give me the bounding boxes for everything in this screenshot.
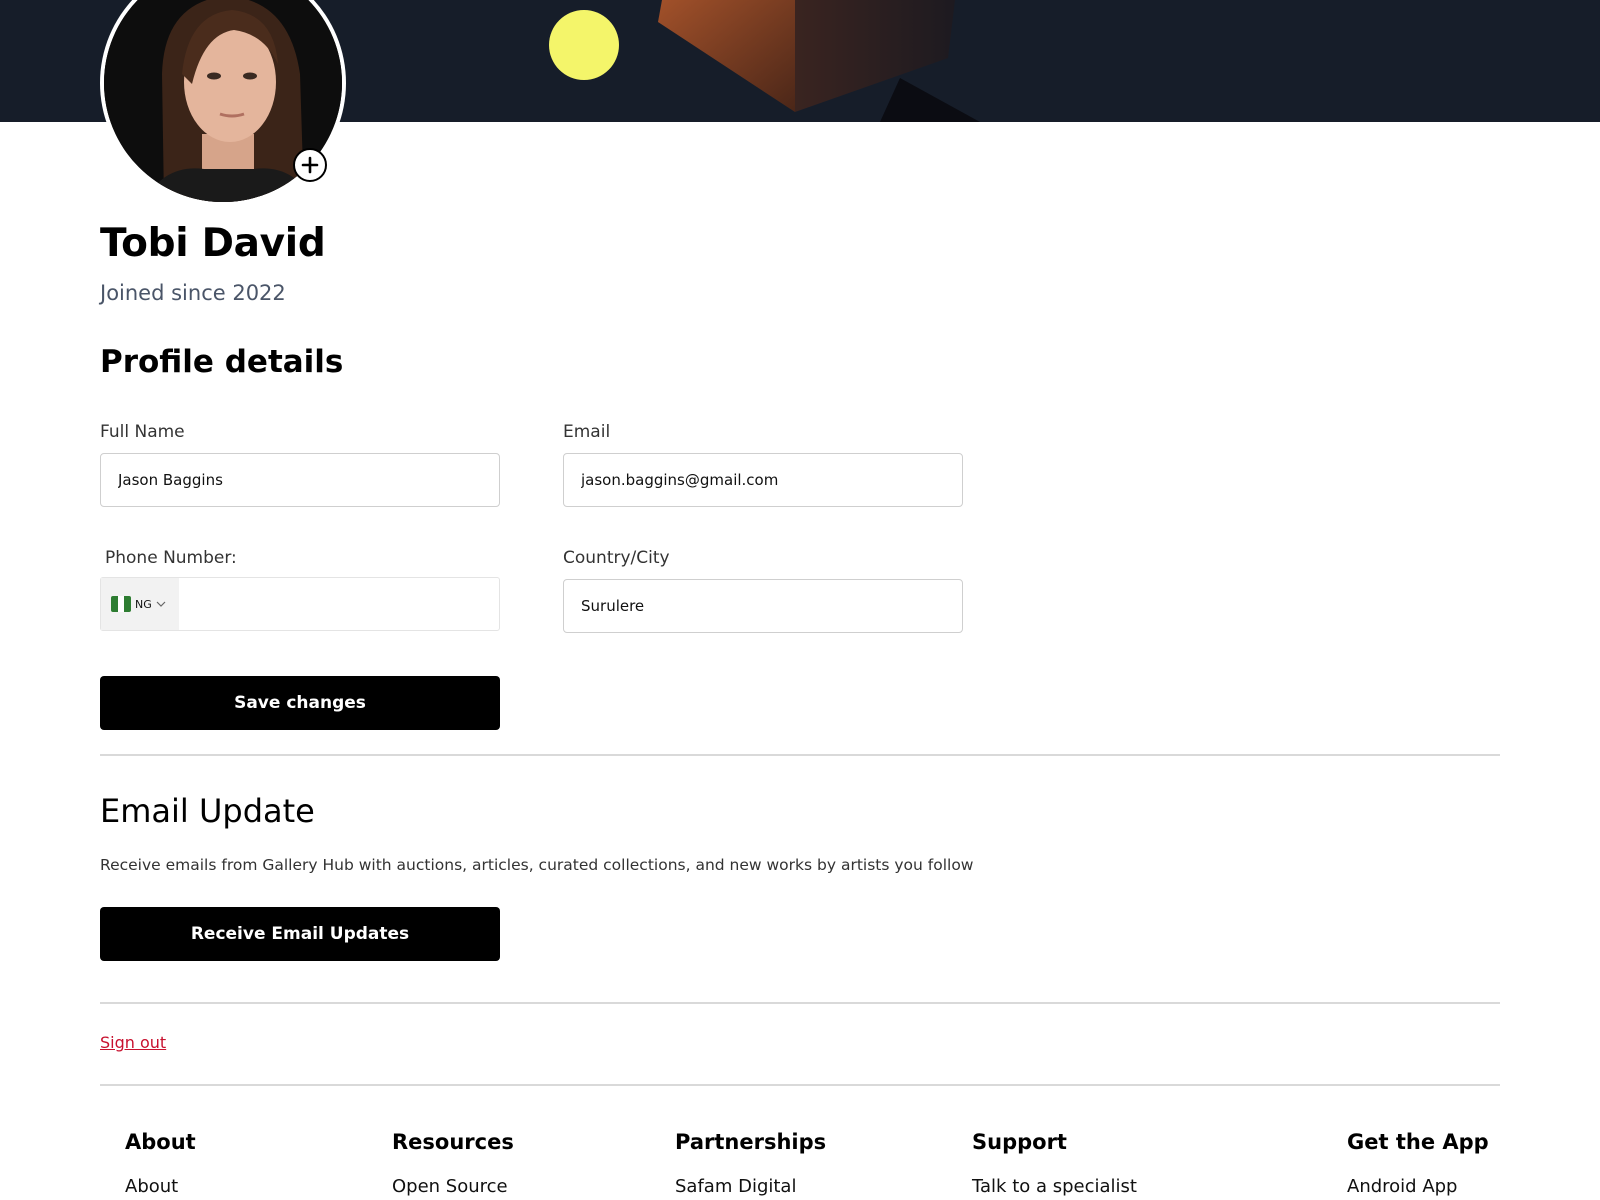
email-label: Email: [563, 422, 611, 442]
footer-column-get-the-app: Get the App Android App: [1347, 1130, 1489, 1197]
email-input[interactable]: [563, 453, 963, 507]
phone-country-code: NG: [135, 597, 152, 611]
phone-country-selector[interactable]: NG: [101, 578, 179, 630]
save-changes-button[interactable]: Save changes: [100, 676, 500, 730]
footer-heading: Get the App: [1347, 1130, 1489, 1154]
footer-link[interactable]: Android App: [1347, 1176, 1489, 1197]
country-city-input[interactable]: [563, 579, 963, 633]
footer-link[interactable]: Open Source: [392, 1176, 514, 1197]
footer-heading: About: [125, 1130, 196, 1154]
footer-link[interactable]: Talk to a specialist: [972, 1176, 1137, 1197]
phone-field: NG: [100, 577, 500, 631]
email-update-description: Receive emails from Gallery Hub with auc…: [100, 856, 974, 874]
phone-input[interactable]: [179, 578, 499, 630]
profile-details-title: Profile details: [100, 344, 344, 380]
footer-heading: Support: [972, 1130, 1067, 1154]
footer-column-support: Support Talk to a specialist: [972, 1130, 1137, 1197]
footer-link[interactable]: Safam Digital: [675, 1176, 826, 1197]
full-name-input[interactable]: [100, 453, 500, 507]
avatar-add-button[interactable]: [293, 148, 327, 182]
joined-date: Joined since 2022: [100, 281, 286, 305]
chevron-down-icon: [156, 601, 166, 607]
plus-circle-icon: [301, 156, 319, 174]
nigeria-flag-icon: [111, 596, 131, 612]
footer-heading: Resources: [392, 1130, 514, 1154]
user-name: Tobi David: [100, 221, 326, 266]
email-update-title: Email Update: [100, 792, 315, 830]
footer-link[interactable]: About: [125, 1176, 196, 1197]
receive-email-updates-button[interactable]: Receive Email Updates: [100, 907, 500, 961]
section-divider: [100, 754, 1500, 756]
full-name-label: Full Name: [100, 422, 185, 442]
footer-column-resources: Resources Open Source: [392, 1130, 514, 1197]
footer-divider: [100, 1084, 1500, 1086]
section-divider: [100, 1002, 1500, 1004]
footer-heading: Partnerships: [675, 1130, 827, 1154]
footer-column-partnerships: Partnerships Safam Digital: [675, 1130, 826, 1197]
phone-label: Phone Number:: [105, 548, 237, 568]
country-city-label: Country/City: [563, 548, 670, 568]
footer-column-about: About About: [125, 1130, 196, 1197]
sign-out-link[interactable]: Sign out: [100, 1033, 166, 1052]
